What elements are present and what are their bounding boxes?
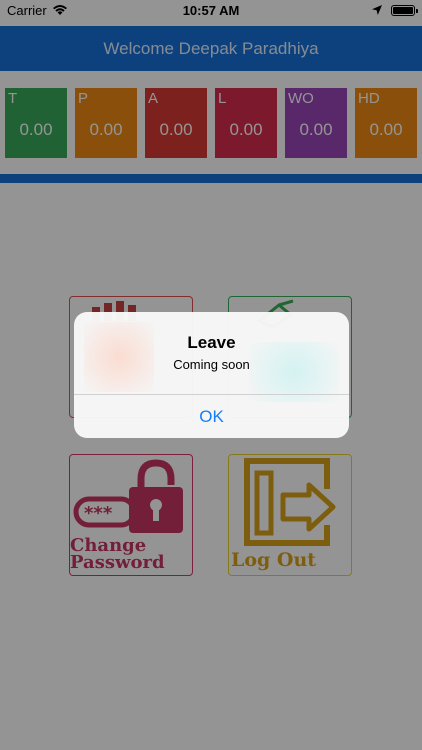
alert-title: Leave: [187, 333, 236, 352]
app-screen: Carrier 10:57 AM Welcome Deepak Paradhiy…: [0, 0, 422, 750]
alert-ok-button[interactable]: OK: [74, 395, 349, 438]
leave-alert-dialog: Leave Coming soon OK: [74, 312, 349, 438]
alert-message: Coming soon: [173, 357, 250, 372]
